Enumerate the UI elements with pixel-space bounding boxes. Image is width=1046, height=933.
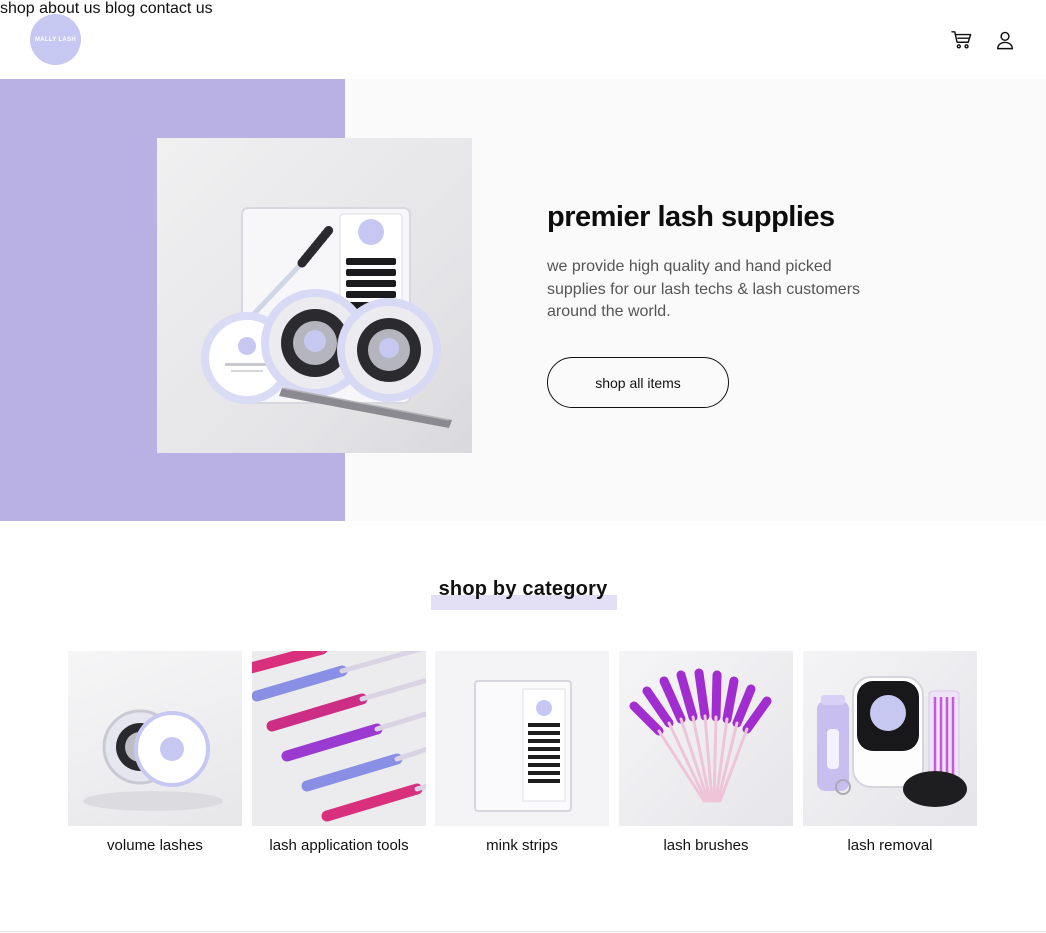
logo-text: MALLY LASH — [34, 36, 76, 43]
hero-description: we provide high quality and hand picked … — [547, 258, 861, 320]
category-label: lash application tools — [269, 837, 409, 854]
site-header: MALLY LASH shop about us blog contact us — [0, 0, 1046, 79]
category-label: lash brushes — [663, 837, 749, 854]
nav-link-blog[interactable]: blog — [105, 0, 135, 17]
brand-logo[interactable]: MALLY LASH — [30, 14, 81, 65]
nav-link-shop[interactable]: shop — [0, 0, 35, 17]
footer-divider — [0, 931, 1046, 932]
category-label: mink strips — [486, 837, 558, 854]
mink-strips-image — [435, 651, 609, 826]
shop-all-items-button[interactable]: shop all items — [547, 357, 729, 408]
hero-section: premier lash supplies we provide high qu… — [0, 79, 1046, 521]
category-card-mink-strips[interactable]: mink strips — [435, 651, 609, 854]
nav-link-contact-us[interactable]: contact us — [140, 0, 213, 17]
main-nav: shop about us blog contact us — [0, 0, 1046, 18]
category-card-lash-removal[interactable]: lash removal — [803, 651, 977, 854]
category-card-lash-application-tools[interactable]: lash application tools — [252, 651, 426, 854]
hero-title: premier lash supplies — [547, 201, 835, 233]
category-card-volume-lashes[interactable]: volume lashes — [68, 651, 242, 854]
lash-brushes-image — [619, 651, 793, 826]
lash-removal-image — [803, 651, 977, 826]
lash-application-tools-image — [252, 651, 426, 826]
category-section-title: shop by category — [438, 578, 608, 600]
hero-product-image — [157, 138, 472, 453]
category-card-lash-brushes[interactable]: lash brushes — [619, 651, 793, 854]
category-heading-wrap: shop by category — [0, 578, 1046, 601]
volume-lashes-image — [68, 651, 242, 826]
category-label: volume lashes — [107, 837, 203, 854]
cart-icon[interactable] — [951, 30, 973, 50]
user-icon[interactable] — [994, 30, 1016, 50]
category-label: lash removal — [847, 837, 933, 854]
